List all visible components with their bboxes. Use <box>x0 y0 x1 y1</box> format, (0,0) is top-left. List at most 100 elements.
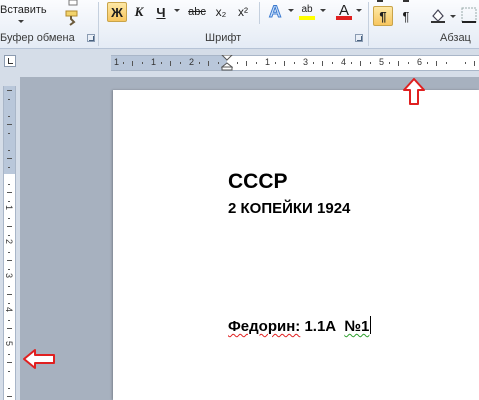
paste-dropdown-icon[interactable] <box>18 20 24 24</box>
indent-marker-icon[interactable] <box>221 55 233 71</box>
ruler-tick <box>7 192 12 193</box>
svg-text:A: A <box>269 2 281 21</box>
ruler-tick <box>446 62 447 64</box>
ruler-tick <box>370 62 371 64</box>
format-painter-icon[interactable] <box>64 10 82 26</box>
ruler-number: 6 <box>417 57 423 67</box>
shading-icon[interactable] <box>429 7 447 23</box>
ruler-tick <box>8 184 10 185</box>
ruler-number: 3 <box>4 272 15 279</box>
ruler-tick <box>275 62 276 64</box>
subscript-button[interactable]: x₂ <box>211 2 231 22</box>
left-arrow-annotation-icon <box>23 349 55 369</box>
ruler-tick <box>398 61 399 66</box>
underline-dropdown-icon[interactable] <box>174 9 180 13</box>
ruler-tick <box>436 61 437 66</box>
text-effects-icon[interactable]: A <box>266 1 286 22</box>
ruler-tick <box>8 337 10 338</box>
ruler-tick <box>132 61 133 66</box>
ribbon: Вставить Буфер обмена Ж К Ч abc x₂ x² A … <box>0 0 479 49</box>
clipboard-launcher-icon[interactable] <box>87 34 95 42</box>
ruler-tick <box>7 158 12 159</box>
ruler-tick <box>322 61 323 66</box>
ruler-tick <box>284 61 285 66</box>
ruler-tick <box>123 62 124 64</box>
ruler-number: 2 <box>189 57 195 67</box>
paragraph-group-label: Абзац <box>440 32 471 44</box>
ruler-tick <box>199 62 200 64</box>
ruler-tick <box>294 62 295 64</box>
ruler-number: 1 <box>4 204 15 211</box>
ruler-tick <box>7 226 12 227</box>
ruler-number: 2 <box>4 238 15 245</box>
font-launcher-icon[interactable] <box>355 34 363 42</box>
vertical-ruler[interactable]: 1 2 3 4 5 <box>3 86 16 400</box>
ruler-tick <box>208 61 209 66</box>
underline-button[interactable]: Ч <box>151 2 171 22</box>
ruler-tick <box>8 116 10 117</box>
ruler-number: 1 <box>265 57 271 67</box>
ruler-number: 3 <box>303 57 309 67</box>
shading-dropdown-icon[interactable] <box>450 15 456 19</box>
italic-button[interactable]: К <box>129 2 149 22</box>
clipboard-group-label: Буфер обмена <box>0 32 75 44</box>
ruler-tick <box>161 62 162 64</box>
ruler-tick <box>8 235 10 236</box>
ruler-tick <box>360 61 361 66</box>
ruler-tick <box>8 201 10 202</box>
ruler-tick <box>8 167 10 168</box>
tab-selector-icon[interactable] <box>4 55 16 67</box>
ruler-tick <box>8 150 10 151</box>
heading-line-1: СССР <box>228 170 288 193</box>
borders-icon[interactable] <box>461 7 477 23</box>
document-page[interactable] <box>113 90 479 400</box>
ruler-tick <box>8 252 10 253</box>
code-text: 1.1А <box>304 318 337 335</box>
heading-line-2: 2 КОПЕЙКИ 1924 <box>228 200 351 217</box>
left-margin-area <box>111 56 227 70</box>
rtl-paragraph-button[interactable]: ¶ <box>396 6 416 26</box>
ruler-tick <box>8 354 10 355</box>
body-line: Федорин: 1.1А №1 <box>228 316 372 335</box>
paste-button[interactable]: Вставить <box>0 4 47 16</box>
ruler-tick <box>142 62 143 64</box>
ruler-tick <box>332 62 333 64</box>
ruler-number: 5 <box>379 57 385 67</box>
misspelled-word: Федорин: <box>228 318 301 335</box>
ruler-tick <box>8 371 10 372</box>
ruler-tick <box>7 396 12 397</box>
ltr-paragraph-button[interactable]: ¶ <box>373 6 393 26</box>
ruler-number: 1 <box>114 57 120 67</box>
ruler-number: 5 <box>4 340 15 347</box>
ruler-tick <box>8 269 10 270</box>
ruler-tick <box>474 61 475 66</box>
ruler-tick <box>8 303 10 304</box>
ruler-tick <box>237 62 238 64</box>
ruler-tick <box>7 362 12 363</box>
highlight-dropdown-icon[interactable] <box>320 9 326 13</box>
horizontal-ruler[interactable]: 1 1 2 1 3 4 5 6 <box>111 55 479 71</box>
ruler-tick <box>218 62 219 64</box>
text-cursor <box>370 316 372 334</box>
ruler-number: 4 <box>4 306 15 313</box>
highlight-color-swatch <box>299 16 315 20</box>
ruler-tick <box>7 124 12 125</box>
ruler-tick <box>8 99 10 100</box>
copy-icon[interactable] <box>68 0 78 6</box>
ruler-tick <box>8 286 10 287</box>
superscript-button[interactable]: x² <box>233 2 253 22</box>
ruler-tick <box>256 62 257 64</box>
ruler-tick <box>170 61 171 66</box>
font-color-dropdown-icon[interactable] <box>356 9 362 13</box>
ruler-tick <box>246 61 247 66</box>
ruler-tick <box>351 62 352 64</box>
bold-button[interactable]: Ж <box>107 2 127 22</box>
ruler-number: 4 <box>341 57 347 67</box>
separator <box>368 2 369 46</box>
separator <box>98 2 99 46</box>
ruler-tick <box>313 62 314 64</box>
ruler-tick <box>8 388 10 389</box>
ruler-tick <box>427 62 428 64</box>
text-effects-dropdown-icon[interactable] <box>288 9 294 13</box>
strikethrough-button[interactable]: abc <box>186 2 208 22</box>
